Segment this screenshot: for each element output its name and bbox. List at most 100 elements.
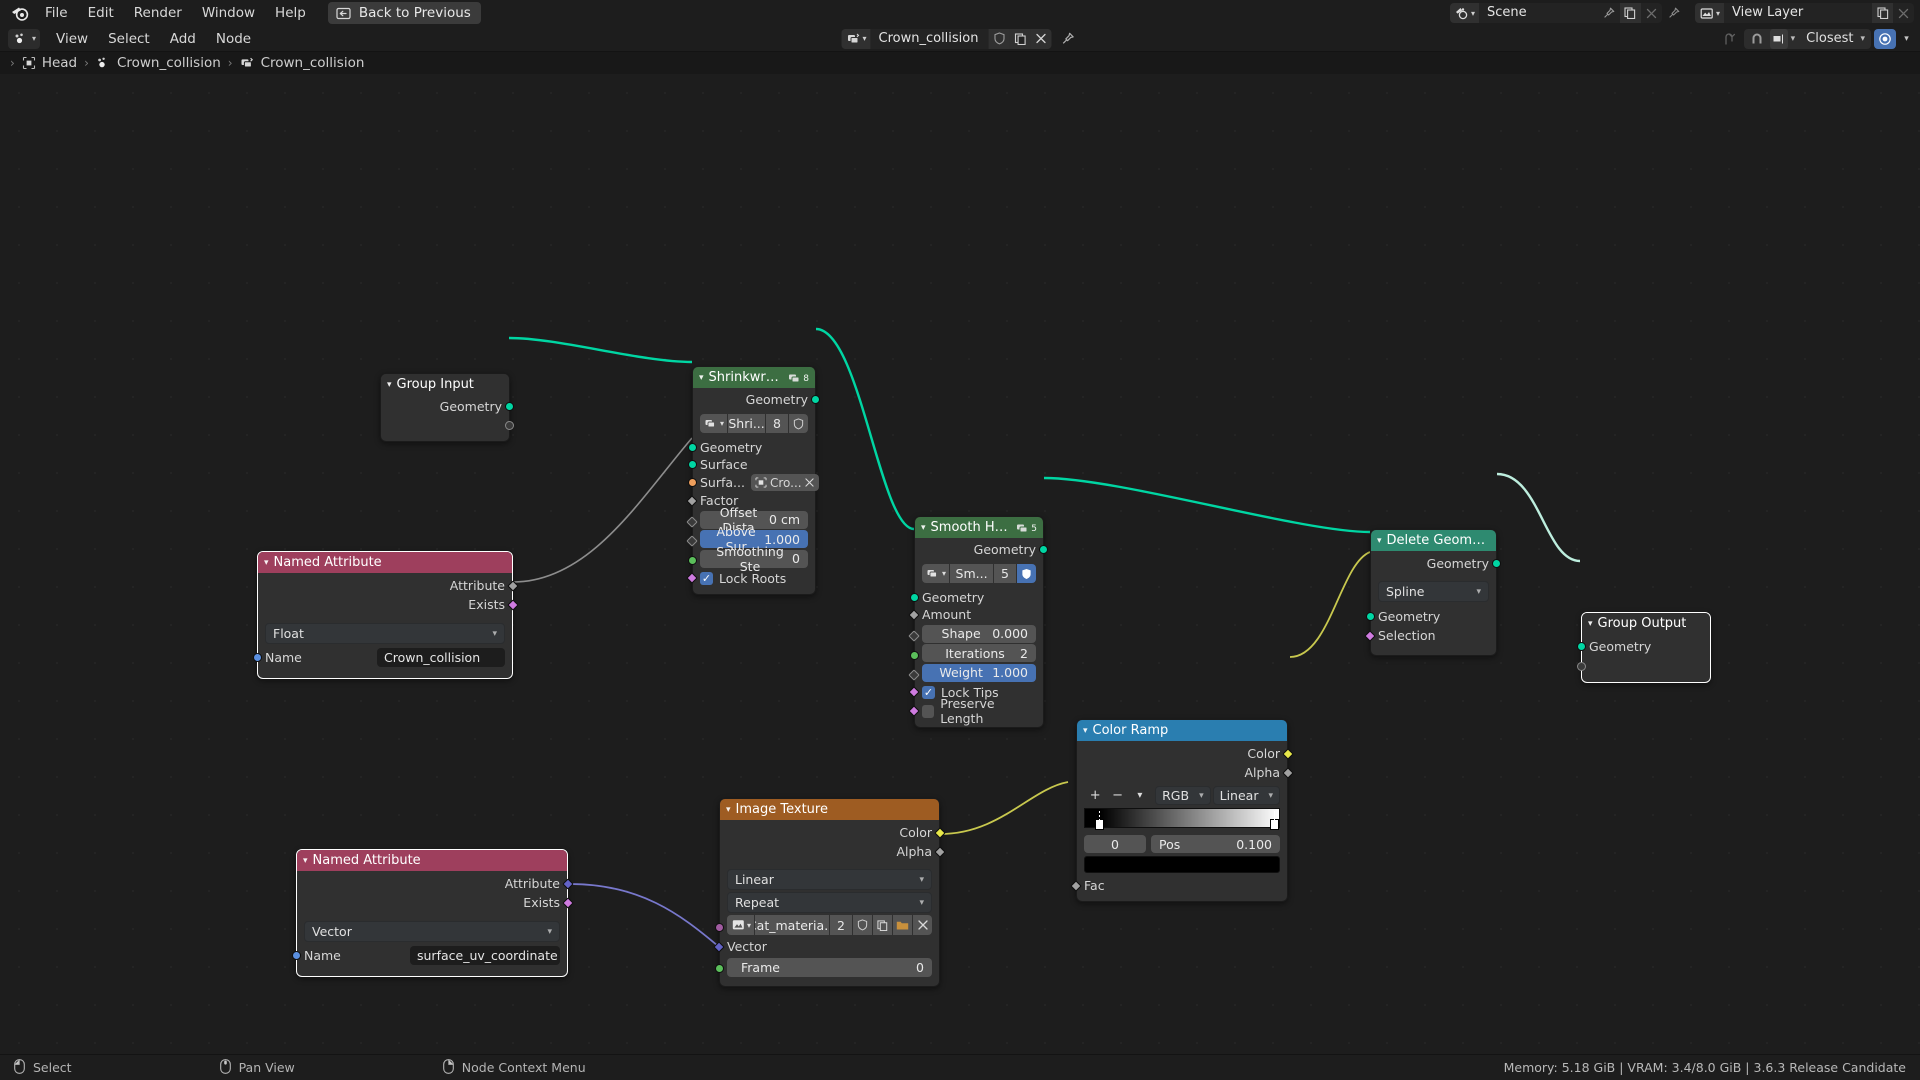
socket-above-surface-in[interactable]	[686, 535, 698, 547]
nodetree-field-group[interactable]: ▾ Crown_collision	[841, 28, 1052, 49]
node-image-texture[interactable]: ▾ Image Texture Color Alpha Linear ▾ Rep…	[713, 798, 946, 987]
scene-icon[interactable]: ▾	[1449, 3, 1479, 23]
socket-virtual-out[interactable]	[505, 420, 514, 430]
socket-virtual-in[interactable]	[1577, 661, 1586, 671]
output-attribute[interactable]: Attribute	[258, 576, 519, 595]
field-value[interactable]: 0	[916, 960, 924, 975]
node-menu-view[interactable]: View	[46, 28, 98, 50]
node-shrinkwrap-hair[interactable]: ▾ Shrinkwrap Hair 8 Geometry ▾ Shri... 8	[686, 366, 820, 595]
checkbox[interactable]: ✓	[700, 571, 713, 585]
node-group-input[interactable]: ▾ Group Input Geometry	[380, 373, 514, 442]
node-header[interactable]: ▾ Color Ramp	[1077, 720, 1287, 741]
socket-fac-in[interactable]	[1070, 879, 1082, 892]
output-color[interactable]: Color	[1077, 744, 1294, 763]
dropdown-data-type[interactable]: Float ▾	[265, 623, 505, 644]
checkbox[interactable]: ✓	[922, 685, 935, 699]
checkbox-preserve-length[interactable]: Preserve Length	[908, 696, 1043, 726]
output-alpha[interactable]: Alpha	[1077, 763, 1294, 782]
dropdown-domain[interactable]: Spline ▾	[1378, 581, 1489, 602]
field-value[interactable]: 1.000	[992, 665, 1028, 680]
node-header[interactable]: ▾ Delete Geometry	[1371, 530, 1496, 551]
socket-shape-in[interactable]	[908, 629, 920, 642]
image-name-field[interactable]: Cat_materia...	[755, 915, 830, 935]
browse-group-icon[interactable]: ▾	[922, 564, 950, 583]
node-smooth-hair-curves[interactable]: ▾ Smooth Hair Cur... 5 Geometry ▾ Sm... …	[908, 516, 1048, 728]
browse-node-tree-icon[interactable]: ▾	[841, 28, 871, 49]
duplicate-icon[interactable]	[1009, 28, 1031, 49]
socket-alpha-out[interactable]	[934, 845, 946, 858]
input-geometry[interactable]: Geometry	[1366, 607, 1496, 626]
input-vector[interactable]: Vector	[713, 937, 939, 956]
output-attribute[interactable]: Attribute	[297, 874, 574, 893]
chevron-down-icon[interactable]: ▾	[1588, 619, 1593, 629]
menu-render[interactable]: Render	[124, 2, 192, 24]
proportional-falloff-chevron-icon[interactable]: ▾	[1899, 29, 1914, 49]
dropdown-extension[interactable]: Repeat ▾	[727, 892, 932, 913]
snap-target-chevron-icon[interactable]: ▾	[1860, 34, 1867, 44]
field-iterations[interactable]: Iterations 2	[922, 644, 1036, 662]
socket-frame-in[interactable]	[715, 964, 724, 973]
socket-weight-in[interactable]	[908, 668, 920, 681]
ramp-index-field[interactable]: 0	[1084, 835, 1146, 853]
socket-lock-roots-in[interactable]	[686, 572, 698, 584]
chevron-down-icon[interactable]: ▾	[921, 523, 926, 533]
pin-icon[interactable]	[1058, 29, 1079, 49]
dropdown-interpolation[interactable]: Linear ▾	[1212, 786, 1280, 805]
output-exists[interactable]: Exists	[297, 893, 574, 912]
node-header[interactable]: ▾ Shrinkwrap Hair 8	[693, 367, 815, 388]
field-value[interactable]: 0 cm	[769, 512, 800, 527]
socket-geometry-out[interactable]	[811, 395, 820, 404]
node-header[interactable]: ▾ Image Texture	[720, 799, 939, 820]
output-geometry[interactable]: Geometry	[915, 541, 1048, 558]
node-editor-canvas[interactable]: ▾ Group Input Geometry ▾ Shrinkwrap Hair…	[0, 74, 1920, 1066]
socket-selection-in[interactable]	[1364, 629, 1376, 642]
x-icon[interactable]	[913, 915, 932, 935]
input-geometry[interactable]: Geometry	[1577, 637, 1710, 656]
scene-selector[interactable]: ▾ Scene	[1449, 3, 1662, 23]
socket-geometry-in[interactable]	[1366, 612, 1375, 621]
input-surface-object[interactable]: Surfa... Cro...	[688, 473, 819, 492]
blender-logo-icon[interactable]	[5, 0, 35, 26]
socket-amount-in[interactable]	[908, 608, 920, 621]
scene-name-field[interactable]: Scene	[1478, 3, 1599, 23]
pin-icon[interactable]	[1599, 3, 1620, 23]
socket-geometry-in[interactable]	[1577, 642, 1586, 651]
dropdown-data-type[interactable]: Vector ▾	[304, 921, 560, 942]
dropdown-color-mode[interactable]: RGB ▾	[1155, 786, 1211, 805]
menu-edit[interactable]: Edit	[78, 2, 124, 24]
socket-smoothing-steps-in[interactable]	[688, 556, 697, 565]
chevron-down-icon[interactable]: ▾	[1083, 726, 1088, 736]
socket-surface-in[interactable]	[688, 460, 697, 469]
name-value-field[interactable]: Crown_collision	[377, 647, 505, 667]
field-frame[interactable]: Frame 0	[727, 957, 932, 977]
socket-geometry-out[interactable]	[1492, 559, 1501, 568]
dropdown-interpolation[interactable]: Linear ▾	[727, 869, 932, 890]
go-to-parent-icon[interactable]	[1719, 29, 1741, 49]
input-fac[interactable]: Fac	[1070, 876, 1287, 895]
breadcrumb-item-object[interactable]: Head	[22, 55, 77, 71]
field-value[interactable]: 0	[792, 551, 800, 566]
node-group-output[interactable]: ▾ Group Output Geometry	[1577, 612, 1711, 683]
chevron-down-icon[interactable]: ▾	[699, 373, 704, 383]
socket-name-in[interactable]	[292, 950, 301, 960]
socket-name-in[interactable]	[253, 652, 262, 662]
plus-icon[interactable]: +	[1084, 786, 1106, 805]
view-layer-name-field[interactable]: View Layer	[1724, 3, 1872, 23]
ramp-pos-value[interactable]: 0.100	[1236, 837, 1272, 852]
virtual-socket-row[interactable]	[1577, 656, 1710, 676]
shield-icon[interactable]	[789, 414, 808, 433]
image-datablock[interactable]: ▾ Cat_materia... 2	[727, 915, 932, 935]
field-weight[interactable]: Weight 1.000	[922, 663, 1036, 682]
shield-icon[interactable]	[1017, 564, 1036, 583]
input-amount[interactable]: Amount	[908, 606, 1043, 623]
field-shape[interactable]: Shape 0.000	[922, 624, 1036, 643]
checkbox-lock-roots[interactable]: ✓ Lock Roots	[686, 569, 815, 587]
surface-object-name[interactable]: Cro...	[770, 476, 802, 490]
editor-type-selector[interactable]: ▾	[8, 28, 41, 49]
output-geometry[interactable]: Geometry	[693, 391, 820, 408]
socket-color-out[interactable]	[934, 826, 946, 839]
image-users-count[interactable]: 2	[830, 915, 852, 935]
input-geometry[interactable]: Geometry	[688, 439, 815, 456]
name-value-field[interactable]: surface_uv_coordinate	[410, 945, 560, 965]
socket-alpha-out[interactable]	[1282, 766, 1294, 779]
